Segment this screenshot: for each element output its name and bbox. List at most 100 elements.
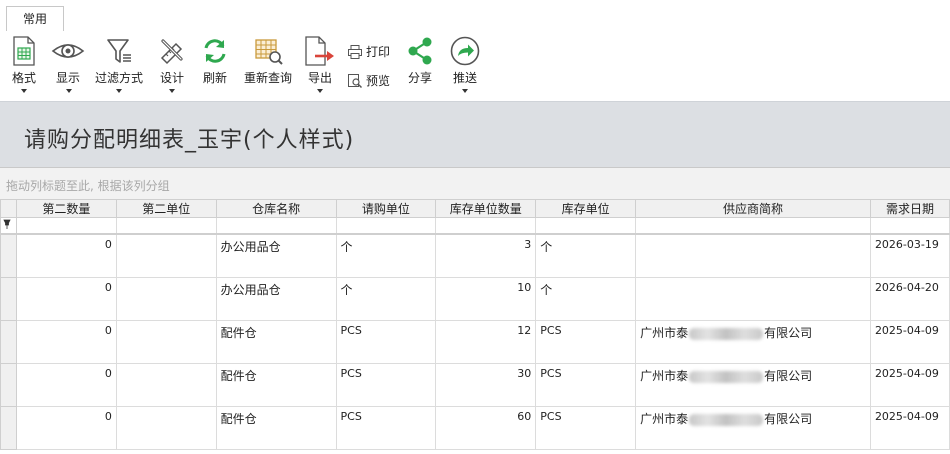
cell-demand-date[interactable]: 2025-04-09 [869,363,950,407]
column-header-unit2[interactable]: 第二单位 [115,199,217,218]
chevron-down-icon[interactable] [169,89,175,93]
requery-button[interactable]: 重新查询 [242,35,294,86]
requery-label: 重新查询 [243,71,292,85]
supplier-suffix: 有限公司 [764,369,813,383]
format-button[interactable]: 格式 [9,35,39,93]
cell-demand-date[interactable]: 2026-03-19 [869,233,950,278]
chevron-down-icon[interactable] [66,89,72,93]
cell-qty2[interactable]: 0 [15,233,117,278]
filter-cell[interactable] [335,217,437,235]
cell-qty2[interactable]: 0 [15,320,117,364]
cell-stock-unit[interactable]: PCS [535,320,637,364]
column-header-stock-qty[interactable]: 库存单位数量 [435,199,537,218]
column-header-qty2[interactable]: 第二数量 [15,199,117,218]
cell-stock-unit[interactable]: PCS [535,406,637,450]
preview-label: 预览 [366,74,391,88]
cell-unit2[interactable] [115,363,217,407]
filter-pin-icon [3,219,11,229]
column-header-request-unit[interactable]: 请购单位 [335,199,437,218]
column-header-demand-date[interactable]: 需求日期 [869,199,950,218]
row-indicator[interactable] [0,233,17,278]
row-indicator[interactable] [0,363,17,407]
cell-unit2[interactable] [115,233,217,278]
cell-stock-qty[interactable]: 60 [435,406,537,450]
cell-stock-unit[interactable]: 个 [535,233,637,278]
refresh-icon [204,39,226,63]
cell-request-unit[interactable]: PCS [335,406,437,450]
filter-cell[interactable] [215,217,337,235]
cell-warehouse[interactable]: 配件仓 [215,363,337,407]
refresh-button[interactable]: 刷新 [200,35,230,86]
cell-request-unit[interactable]: 个 [335,277,437,321]
cell-stock-unit[interactable]: 个 [535,277,637,321]
supplier-suffix: 有限公司 [764,412,813,426]
row-indicator[interactable] [0,406,17,450]
cell-stock-qty[interactable]: 3 [435,233,537,278]
design-button[interactable]: 设计 [157,35,187,93]
table-row[interactable]: 0 办公用品仓 个 3 个 2026-03-19 [0,233,950,278]
cell-demand-date[interactable]: 2026-04-20 [869,277,950,321]
cell-request-unit[interactable]: PCS [335,320,437,364]
cell-demand-date[interactable]: 2025-04-09 [869,320,950,364]
forward-arrow-icon [450,36,480,66]
cell-request-unit[interactable]: PCS [335,363,437,407]
spreadsheet-icon [13,36,35,66]
cell-unit2[interactable] [115,320,217,364]
cell-stock-unit[interactable]: PCS [535,363,637,407]
cell-supplier[interactable]: 广州市泰 有限公司 [635,363,871,407]
ribbon-toolbar: 格式 显示 过滤方式 设计 刷新 重新查询 导出 打印 预览 分享 推送 [0,31,950,101]
cell-warehouse[interactable]: 办公用品仓 [215,233,337,278]
table-row[interactable]: 0 配件仓 PCS 60 PCS 广州市泰 有限公司 2025-04-09 [0,406,950,450]
filter-cell[interactable] [115,217,217,235]
table-row[interactable]: 0 办公用品仓 个 10 个 2026-04-20 [0,277,950,321]
row-indicator[interactable] [0,277,17,321]
filter-mode-button[interactable]: 过滤方式 [95,35,143,93]
cell-supplier[interactable]: 广州市泰 有限公司 [635,320,871,364]
supplier-suffix: 有限公司 [764,326,813,340]
share-button[interactable]: 分享 [405,35,435,86]
ribbon-tab-bar: 常用 [0,0,950,32]
filter-cell[interactable] [15,217,117,235]
group-by-panel[interactable]: 拖动列标题至此, 根据该列分组 [0,167,950,200]
chevron-down-icon[interactable] [21,89,27,93]
print-button[interactable]: 打印 [347,43,390,60]
cell-warehouse[interactable]: 配件仓 [215,320,337,364]
chevron-down-icon[interactable] [116,89,122,93]
cell-unit2[interactable] [115,406,217,450]
cell-stock-qty[interactable]: 12 [435,320,537,364]
tab-common[interactable]: 常用 [6,6,64,32]
cell-request-unit[interactable]: 个 [335,233,437,278]
group-by-hint: 拖动列标题至此, 根据该列分组 [6,179,170,193]
column-header-supplier[interactable]: 供应商简称 [635,199,871,218]
filter-cell[interactable] [635,217,871,235]
push-button[interactable]: 推送 [449,35,481,93]
export-button[interactable]: 导出 [303,35,337,93]
cell-qty2[interactable]: 0 [15,277,117,321]
chevron-down-icon[interactable] [317,89,323,93]
cell-stock-qty[interactable]: 30 [435,363,537,407]
column-header-warehouse[interactable]: 仓库名称 [215,199,337,218]
cell-unit2[interactable] [115,277,217,321]
display-button[interactable]: 显示 [51,35,85,93]
cell-supplier[interactable] [635,277,871,321]
cell-qty2[interactable]: 0 [15,406,117,450]
cell-demand-date[interactable]: 2025-04-09 [869,406,950,450]
cell-supplier[interactable] [635,233,871,278]
cell-supplier[interactable]: 广州市泰 有限公司 [635,406,871,450]
cell-stock-qty[interactable]: 10 [435,277,537,321]
grid-table: 第二数量 第二单位 仓库名称 请购单位 库存单位数量 库存单位 供应商简称 需求… [0,199,950,450]
filter-cell[interactable] [535,217,637,235]
filter-cell[interactable] [869,217,950,235]
cell-warehouse[interactable]: 办公用品仓 [215,277,337,321]
chevron-down-icon[interactable] [462,89,468,93]
table-row[interactable]: 0 配件仓 PCS 12 PCS 广州市泰 有限公司 2025-04-09 [0,320,950,364]
cell-qty2[interactable]: 0 [15,363,117,407]
column-header-stock-unit[interactable]: 库存单位 [535,199,637,218]
report-title-bar: 请购分配明细表_玉宇(个人样式) [0,101,950,168]
export-label: 导出 [307,71,332,85]
filter-cell[interactable] [435,217,537,235]
preview-button[interactable]: 预览 [347,72,390,89]
row-indicator[interactable] [0,320,17,364]
cell-warehouse[interactable]: 配件仓 [215,406,337,450]
table-row[interactable]: 0 配件仓 PCS 30 PCS 广州市泰 有限公司 2025-04-09 [0,363,950,407]
